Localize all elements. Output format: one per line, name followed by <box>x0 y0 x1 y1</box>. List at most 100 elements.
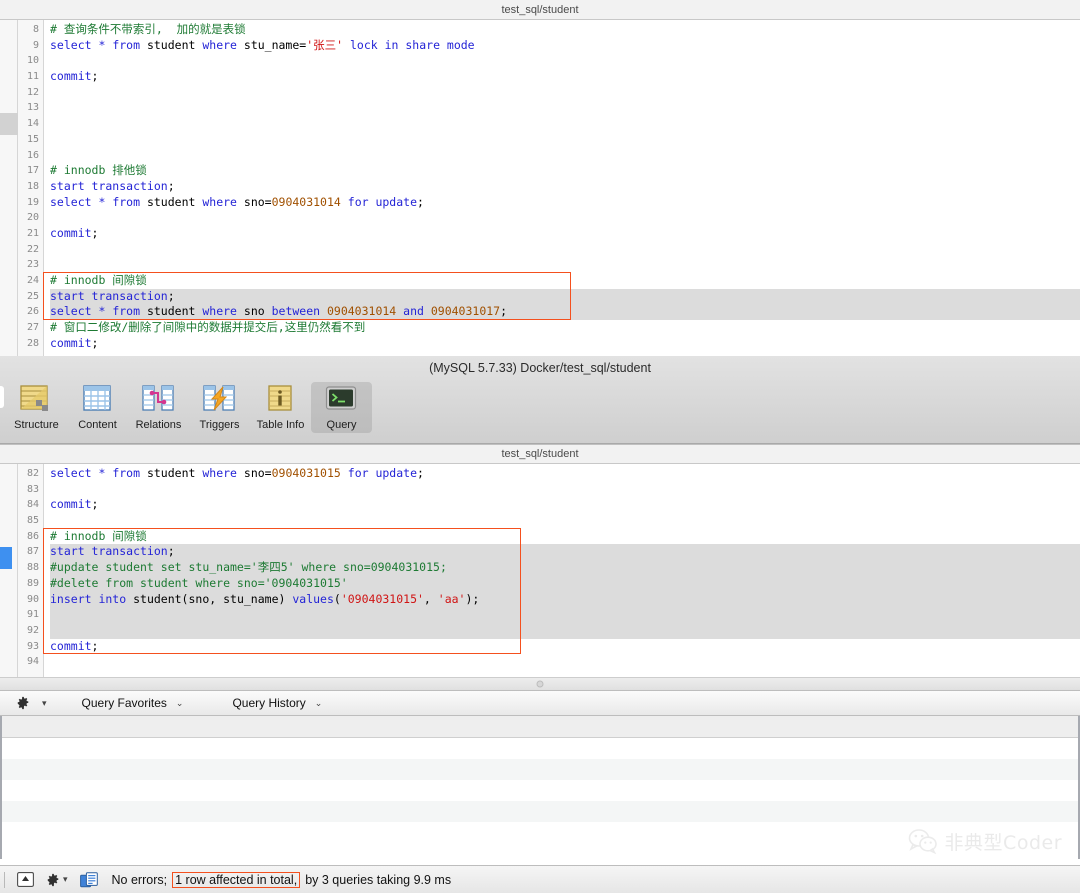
code-token: ; <box>417 194 424 209</box>
toolbar-item-label: Content <box>78 419 117 431</box>
code-line[interactable]: select * from student where sno=09040310… <box>50 466 1080 482</box>
expand-button[interactable] <box>17 872 34 887</box>
code-line[interactable] <box>50 242 1080 258</box>
code-line[interactable]: #update student set stu_name='李四5' where… <box>50 560 1080 576</box>
table-row[interactable] <box>2 780 1078 801</box>
toolbar-item-table-info[interactable]: Table Info <box>250 382 311 433</box>
code-line[interactable] <box>50 622 1080 639</box>
code-token: where <box>202 304 244 319</box>
code-line[interactable] <box>50 85 1080 101</box>
code-line[interactable]: commit; <box>50 226 1080 242</box>
code-token: student <box>146 194 203 209</box>
line-number: 84 <box>26 499 39 511</box>
code-token: 0904031014 <box>271 194 341 209</box>
toolbar-item-content[interactable]: Content <box>67 382 128 433</box>
code-line[interactable]: start transaction; <box>50 179 1080 195</box>
toolbar-item-structure[interactable]: Structure <box>6 382 67 433</box>
code-line[interactable]: #delete from student where sno='09040310… <box>50 575 1080 592</box>
code-token: commit <box>50 69 92 84</box>
code-area-bottom[interactable]: select * from student where sno=09040310… <box>44 464 1080 677</box>
table-row[interactable] <box>2 759 1078 780</box>
table-row[interactable] <box>2 738 1078 759</box>
line-number: 27 <box>26 322 39 334</box>
code-line[interactable]: commit; <box>50 639 1080 655</box>
code-token: ; <box>167 544 175 559</box>
code-line[interactable] <box>50 607 1080 623</box>
query-history-popup[interactable]: Query History ⌄ <box>232 696 322 710</box>
query-favorites-caret-icon: ⌄ <box>175 697 184 708</box>
sql-editor-bottom[interactable]: 82 83 84 85 86 87 88 89 90 91 92 93 94 select * from… <box>0 464 1080 677</box>
code-line[interactable]: # 查询条件不带索引, 加的就是表锁 <box>50 22 1080 38</box>
code-line[interactable]: start transaction; <box>50 288 1080 305</box>
code-token: # 窗口二修改/删除了间隙中的数据并提交后,这里仍然看不到 <box>50 320 366 335</box>
pane-splitter[interactable] <box>0 677 1080 690</box>
code-token: commit <box>50 497 92 512</box>
code-line[interactable]: select * from student where sno between … <box>50 304 1080 321</box>
code-line[interactable]: commit; <box>50 497 1080 513</box>
code-token: select <box>50 194 99 209</box>
line-number: 14 <box>26 118 39 130</box>
code-token: commit <box>50 335 92 350</box>
code-token: ); <box>465 591 480 606</box>
code-line[interactable]: commit; <box>50 69 1080 85</box>
code-line[interactable]: insert into student(sno, stu_name) value… <box>50 591 1080 608</box>
table-row[interactable] <box>2 822 1078 843</box>
code-token: ; <box>500 304 508 319</box>
status-gear-button[interactable]: ▾ <box>46 873 68 887</box>
query-favorites-label: Query Favorites <box>81 696 167 710</box>
toolbar-left-nub <box>0 386 4 408</box>
query-favorites-popup[interactable]: Query Favorites ⌄ <box>82 696 184 710</box>
code-token: stu_name= <box>243 37 307 52</box>
triggers-icon <box>202 385 237 417</box>
code-line[interactable] <box>50 116 1080 132</box>
code-token: lock in share mode <box>343 37 475 52</box>
code-line[interactable]: # 窗口二修改/删除了间隙中的数据并提交后,这里仍然看不到 <box>50 320 1080 336</box>
code-line[interactable]: # innodb 间隙锁 <box>50 273 1080 289</box>
code-line[interactable] <box>50 148 1080 164</box>
code-line[interactable]: # innodb 间隙锁 <box>50 529 1080 545</box>
query-gear-button[interactable]: ▾ <box>16 696 47 710</box>
line-number: 83 <box>26 483 39 495</box>
code-line[interactable] <box>50 513 1080 529</box>
line-number: 16 <box>26 149 39 161</box>
line-number: 25 <box>26 290 39 302</box>
gear-icon <box>47 873 59 886</box>
code-line[interactable] <box>50 482 1080 498</box>
code-line[interactable]: select * from student where stu_name='张三… <box>50 38 1080 54</box>
splitter-dimple-icon <box>536 680 544 688</box>
code-token: from <box>112 466 147 480</box>
line-number: 93 <box>26 640 39 652</box>
code-line[interactable] <box>50 210 1080 226</box>
code-line[interactable] <box>50 257 1080 273</box>
show-result-document-button[interactable] <box>79 871 98 888</box>
code-line[interactable]: # innodb 排他锁 <box>50 163 1080 179</box>
toolbar-item-triggers[interactable]: Triggers <box>189 382 250 433</box>
code-token: * <box>98 194 113 209</box>
structure-icon <box>19 385 54 417</box>
query-results-table[interactable] <box>0 716 1080 859</box>
code-line[interactable] <box>50 100 1080 116</box>
sql-editor-top[interactable]: 8 9 10 11 12 13 14 15 16 17 18 19 20 21 22 23 24 25 26 27 28… <box>0 20 1080 356</box>
line-number: 85 <box>26 515 39 527</box>
code-token: and <box>403 304 431 319</box>
line-number: 26 <box>26 306 39 318</box>
toolbar-item-relations[interactable]: Relations <box>128 382 189 433</box>
line-number: 9 <box>32 39 39 51</box>
table-row[interactable] <box>2 801 1078 822</box>
code-line[interactable] <box>50 654 1080 670</box>
code-line[interactable]: commit; <box>50 336 1080 352</box>
code-line[interactable] <box>50 132 1080 148</box>
code-token: * <box>98 304 113 319</box>
code-line[interactable]: start transaction; <box>50 544 1080 561</box>
top-pane-title: test_sql/student <box>0 0 1080 20</box>
table-toolbar: (MySQL 5.7.33) Docker/test_sql/student S… <box>0 356 1080 444</box>
code-line[interactable] <box>50 53 1080 69</box>
toolbar-item-label: Query <box>326 419 357 431</box>
code-token: 0904031017 <box>430 304 501 319</box>
toolbar-item-query[interactable]: Query <box>311 382 372 433</box>
line-number: 10 <box>26 55 39 67</box>
code-area-top[interactable]: # 查询条件不带索引, 加的就是表锁 select * from student … <box>44 20 1080 356</box>
line-number: 92 <box>26 624 39 636</box>
code-token: ( <box>333 591 341 606</box>
code-line[interactable]: select * from student where sno=09040310… <box>50 195 1080 211</box>
